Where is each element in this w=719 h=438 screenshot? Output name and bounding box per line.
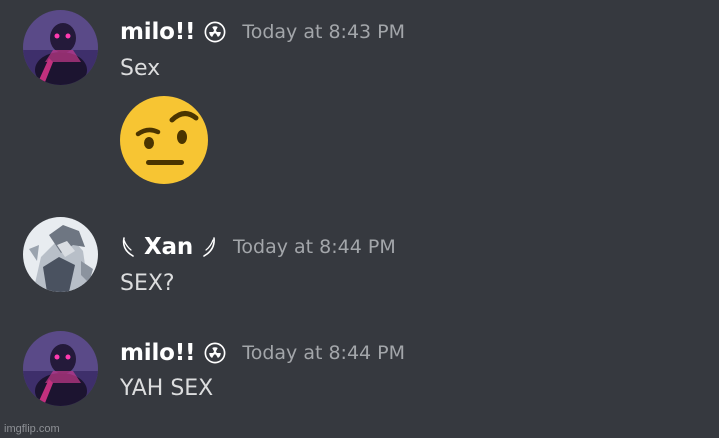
user-avatar-milo[interactable]: [23, 10, 98, 85]
timestamp: Today at 8:43 PM: [242, 21, 406, 43]
watermark: imgflip.com: [4, 423, 60, 435]
message-content: Sex: [120, 56, 161, 81]
username-milo[interactable]: milo!!: [120, 19, 196, 45]
radioactive-icon: [204, 342, 226, 364]
user-avatar-milo[interactable]: [23, 331, 98, 406]
radioactive-icon: [204, 21, 226, 43]
face-with-raised-eyebrow-icon: [118, 94, 210, 186]
message-content: SEX?: [120, 271, 175, 296]
user-avatar-xan[interactable]: [23, 217, 98, 292]
timestamp: Today at 8:44 PM: [233, 236, 396, 258]
username-milo[interactable]: milo!!: [120, 340, 196, 366]
message-content: YAH SEX: [120, 376, 214, 401]
username-xan[interactable]: Xan: [144, 234, 193, 260]
feather-icon: [120, 236, 136, 258]
feather-icon: [201, 236, 217, 258]
timestamp: Today at 8:44 PM: [242, 342, 406, 364]
